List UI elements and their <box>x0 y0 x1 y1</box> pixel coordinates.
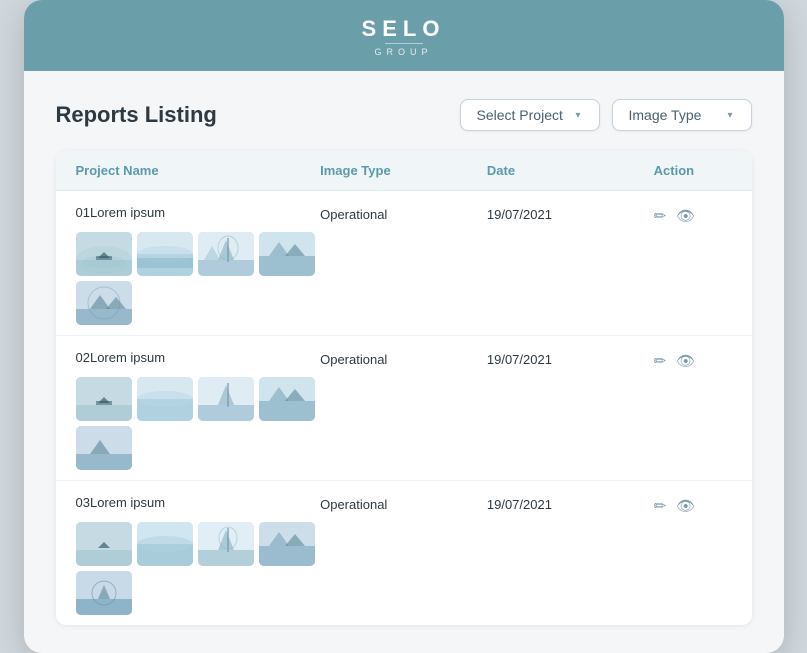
project-name-cell: 02Lorem ipsum <box>76 350 321 470</box>
project-name-1: 01Lorem ipsum <box>76 205 321 220</box>
thumbnail <box>198 232 254 276</box>
select-project-label: Select Project <box>477 107 563 123</box>
image-type-value-2: Operational <box>320 350 487 367</box>
thumbnail <box>137 232 193 276</box>
project-name-3: 03Lorem ipsum <box>76 495 321 510</box>
project-name-2: 02Lorem ipsum <box>76 350 321 365</box>
content-area: Reports Listing Select Project ▾ Image T… <box>24 71 784 653</box>
thumbnail <box>76 281 132 325</box>
thumbnail <box>198 522 254 566</box>
image-type-dropdown[interactable]: Image Type ▾ <box>612 99 752 131</box>
thumbnail <box>137 377 193 421</box>
image-type-cell: Operational <box>320 495 487 512</box>
date-cell: 19/07/2021 <box>487 495 654 512</box>
table-header: Project Name Image Type Date Action <box>56 151 752 191</box>
thumbnail <box>198 377 254 421</box>
top-bar: Reports Listing Select Project ▾ Image T… <box>56 99 752 131</box>
select-project-chevron-icon: ▾ <box>575 110 580 121</box>
thumbnail <box>76 232 132 276</box>
image-type-label: Image Type <box>629 107 702 123</box>
date-cell: 19/07/2021 <box>487 205 654 222</box>
view-icon[interactable]: 👁 <box>676 497 695 515</box>
date-value-1: 19/07/2021 <box>487 205 654 222</box>
thumbnails-3 <box>76 522 321 615</box>
date-value-2: 19/07/2021 <box>487 350 654 367</box>
header: SELO GROUP <box>24 0 784 71</box>
image-type-chevron-icon: ▾ <box>727 110 732 121</box>
col-project-name: Project Name <box>76 163 321 178</box>
thumbnail <box>76 522 132 566</box>
date-cell: 19/07/2021 <box>487 350 654 367</box>
action-cell: ✏ 👁 <box>654 495 732 515</box>
edit-icon[interactable]: ✏ <box>654 352 667 370</box>
page-title: Reports Listing <box>56 102 217 128</box>
action-cell: ✏ 👁 <box>654 205 732 225</box>
col-image-type: Image Type <box>320 163 487 178</box>
project-name-cell: 01Lorem ipsum <box>76 205 321 325</box>
thumbnail <box>259 522 315 566</box>
image-type-cell: Operational <box>320 350 487 367</box>
filters: Select Project ▾ Image Type ▾ <box>460 99 752 131</box>
logo-sub: GROUP <box>24 47 784 57</box>
logo-divider <box>385 43 423 44</box>
select-project-dropdown[interactable]: Select Project ▾ <box>460 99 600 131</box>
thumbnail <box>259 377 315 421</box>
image-type-cell: Operational <box>320 205 487 222</box>
project-name-cell: 03Lorem ipsum <box>76 495 321 615</box>
main-window: SELO GROUP Reports Listing Select Projec… <box>24 0 784 653</box>
image-type-value-1: Operational <box>320 205 487 222</box>
thumbnail <box>137 522 193 566</box>
view-icon[interactable]: 👁 <box>676 352 695 370</box>
action-cell: ✏ 👁 <box>654 350 732 370</box>
thumbnail <box>76 571 132 615</box>
thumbnails-1 <box>76 232 321 325</box>
edit-icon[interactable]: ✏ <box>654 497 667 515</box>
thumbnail <box>76 426 132 470</box>
reports-table: Project Name Image Type Date Action 01Lo… <box>56 151 752 625</box>
table-row: 03Lorem ipsum <box>56 481 752 625</box>
view-icon[interactable]: 👁 <box>676 207 695 225</box>
logo-main: SELO <box>24 18 784 40</box>
thumbnail <box>259 232 315 276</box>
image-type-value-3: Operational <box>320 495 487 512</box>
col-action: Action <box>654 163 732 178</box>
date-value-3: 19/07/2021 <box>487 495 654 512</box>
table-row: 02Lorem ipsum <box>56 336 752 481</box>
thumbnail <box>76 377 132 421</box>
col-date: Date <box>487 163 654 178</box>
table-row: 01Lorem ipsum <box>56 191 752 336</box>
edit-icon[interactable]: ✏ <box>654 207 667 225</box>
thumbnails-2 <box>76 377 321 470</box>
